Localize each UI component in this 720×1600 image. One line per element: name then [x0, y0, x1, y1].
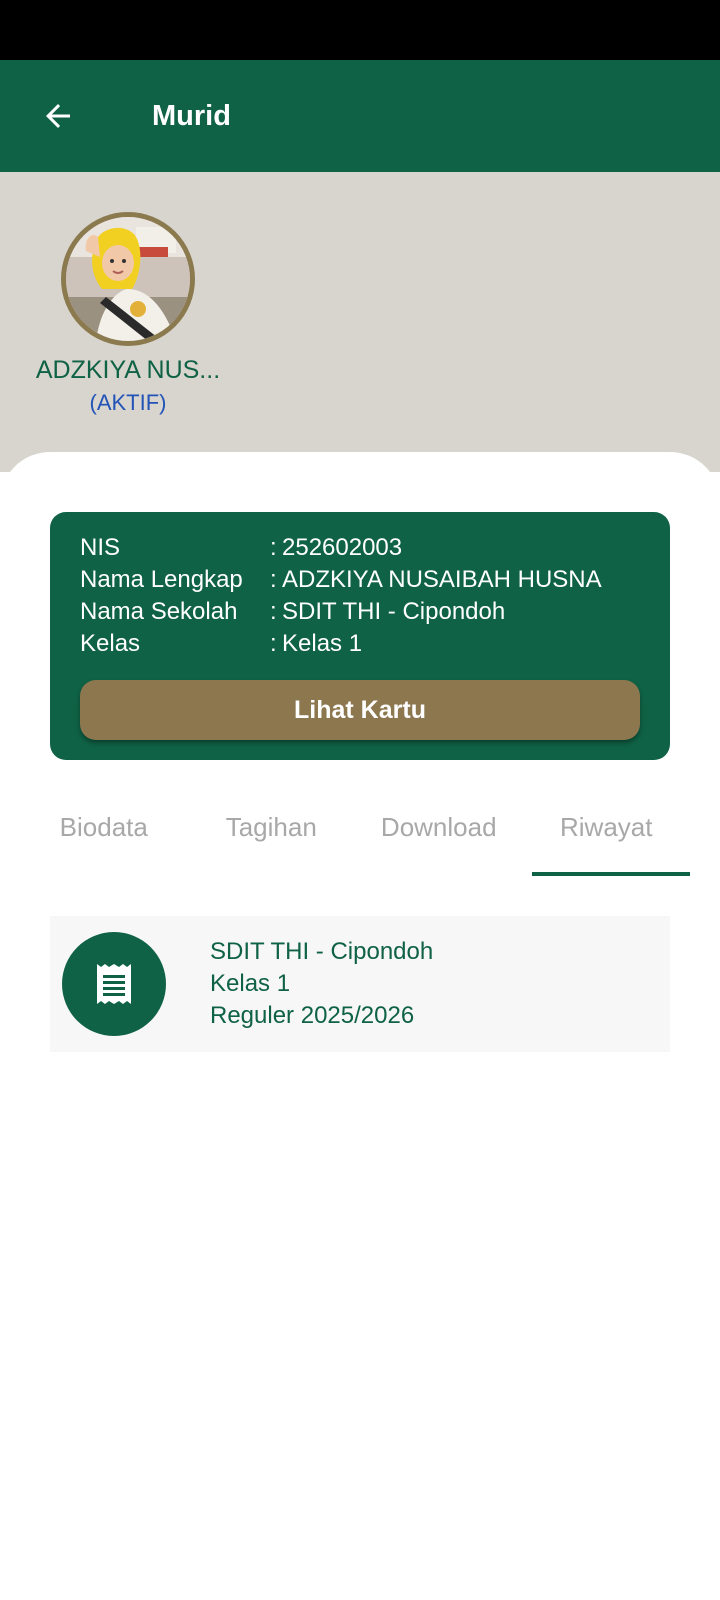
- info-row-school: Nama Sekolah : SDIT THI - Cipondoh: [80, 596, 650, 628]
- student-name: ADZKIYA NUS...: [35, 356, 221, 384]
- arrow-left-icon: [46, 104, 70, 128]
- page-title: Murid: [152, 100, 231, 132]
- info-separator: :: [270, 534, 277, 561]
- info-value: 252602003: [282, 534, 403, 561]
- receipt-icon: [97, 964, 131, 1004]
- info-row-class: Kelas : Kelas 1: [80, 628, 650, 660]
- student-photo: [66, 217, 190, 341]
- avatar[interactable]: [61, 212, 195, 346]
- tab-riwayat[interactable]: Riwayat: [523, 800, 691, 876]
- profile-header: ADZKIYA NUS... (AKTIF): [0, 172, 720, 472]
- info-label: NIS: [80, 534, 121, 561]
- history-class: Kelas 1: [210, 970, 291, 997]
- info-value: SDIT THI - Cipondoh: [282, 598, 506, 625]
- info-value: ADZKIYA NUSAIBAH HUSNA: [282, 566, 602, 593]
- student-info-rows: NIS : 252602003 Nama Lengkap : ADZKIYA N…: [80, 532, 650, 660]
- info-row-nis: NIS : 252602003: [80, 532, 650, 564]
- history-list-item[interactable]: SDIT THI - Cipondoh Kelas 1 Reguler 2025…: [50, 916, 670, 1052]
- history-school: SDIT THI - Cipondoh: [210, 938, 434, 965]
- status-bar: [0, 0, 720, 60]
- info-row-full-name: Nama Lengkap : ADZKIYA NUSAIBAH HUSNA: [80, 564, 650, 596]
- info-label: Kelas: [80, 630, 141, 657]
- info-separator: :: [270, 566, 277, 593]
- tab-bar: Biodata Tagihan Download Riwayat: [20, 800, 690, 876]
- info-label: Nama Sekolah: [80, 598, 238, 625]
- tab-tagihan[interactable]: Tagihan: [188, 800, 356, 876]
- history-details: SDIT THI - Cipondoh Kelas 1 Reguler 2025…: [210, 936, 433, 1032]
- tab-biodata[interactable]: Biodata: [20, 800, 188, 876]
- student-info-card: NIS : 252602003 Nama Lengkap : ADZKIYA N…: [50, 512, 670, 760]
- info-label: Nama Lengkap: [80, 566, 243, 593]
- receipt-icon-badge: [62, 932, 166, 1036]
- info-value: Kelas 1: [282, 630, 363, 657]
- info-separator: :: [270, 598, 277, 625]
- history-period: Reguler 2025/2026: [210, 1002, 415, 1029]
- app-bar: Murid: [0, 60, 720, 172]
- info-separator: :: [270, 630, 277, 657]
- status-badge: (AKTIF): [89, 390, 167, 415]
- back-button[interactable]: [30, 88, 86, 144]
- tab-download[interactable]: Download: [355, 800, 523, 876]
- view-card-button[interactable]: Lihat Kartu: [80, 680, 640, 740]
